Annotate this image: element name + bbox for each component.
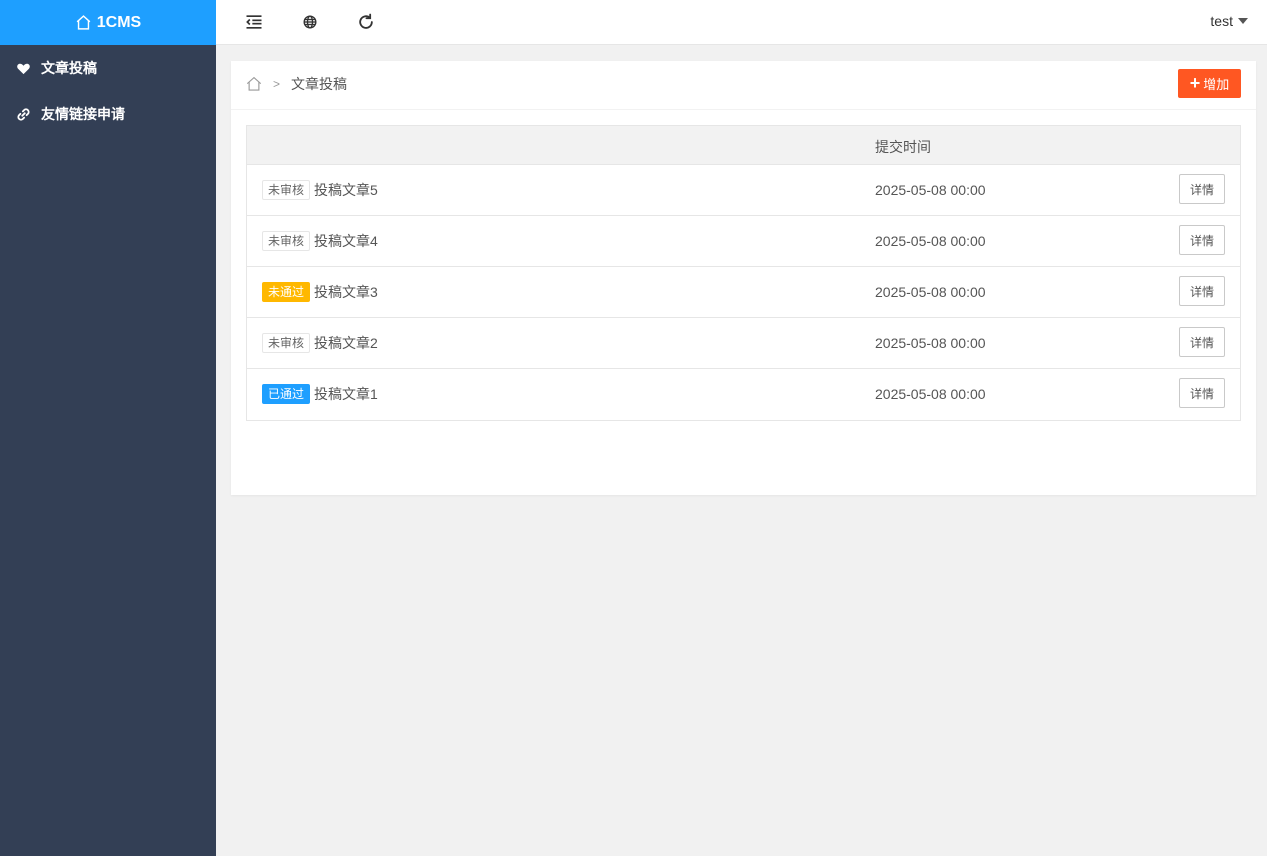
caret-down-icon: [1238, 18, 1248, 24]
refresh-icon[interactable]: [356, 12, 376, 32]
breadcrumb-current: 文章投稿: [291, 76, 348, 92]
sidebar-item-friend-link-apply[interactable]: 友情链接申请: [0, 91, 216, 137]
title-cell: 已通过 投稿文章1: [262, 384, 378, 404]
globe-icon[interactable]: [300, 12, 320, 32]
article-title: 投稿文章5: [314, 182, 378, 198]
status-badge: 未通过: [262, 282, 311, 302]
table-row: 已通过 投稿文章1 2025-05-08 00:00 详情: [247, 369, 1240, 420]
home-icon[interactable]: [245, 75, 263, 93]
status-badge: 未审核: [262, 231, 311, 251]
article-title: 投稿文章1: [314, 386, 378, 402]
title-cell: 未审核 投稿文章2: [262, 333, 378, 353]
title-cell: 未审核 投稿文章4: [262, 231, 378, 251]
username: test: [1210, 13, 1233, 29]
table-body: 未审核 投稿文章5 2025-05-08 00:00 详情 未审核 投稿文章4 2025-0…: [247, 165, 1240, 420]
status-badge: 已通过: [262, 384, 311, 404]
detail-button[interactable]: 详情: [1179, 327, 1225, 357]
submit-time: 2025-05-08 00:00: [875, 386, 986, 402]
status-badge: 未审核: [262, 180, 311, 200]
detail-button[interactable]: 详情: [1179, 276, 1225, 306]
breadcrumb: > 文章投稿: [245, 74, 347, 94]
table-header: 提交时间: [247, 126, 1240, 165]
title-cell: 未通过 投稿文章3: [262, 282, 378, 302]
title-cell: 未审核 投稿文章5: [262, 180, 378, 200]
app-logo[interactable]: 1CMS: [0, 0, 216, 45]
breadcrumb-separator: >: [273, 77, 281, 91]
article-title: 投稿文章2: [314, 335, 378, 351]
menu-collapse-icon[interactable]: [244, 12, 264, 32]
submit-time: 2025-05-08 00:00: [875, 182, 986, 198]
table-row: 未审核 投稿文章2 2025-05-08 00:00 详情: [247, 318, 1240, 369]
table-row: 未审核 投稿文章4 2025-05-08 00:00 详情: [247, 216, 1240, 267]
card-header: > 文章投稿 + 增加: [231, 61, 1256, 110]
logo-text: 1CMS: [96, 13, 142, 31]
table-row: 未通过 投稿文章3 2025-05-08 00:00 详情: [247, 267, 1240, 318]
top-bar: test: [216, 0, 1267, 45]
table-row: 未审核 投稿文章5 2025-05-08 00:00 详情: [247, 165, 1240, 216]
submit-time: 2025-05-08 00:00: [875, 335, 986, 351]
article-title: 投稿文章4: [314, 233, 378, 249]
status-badge: 未审核: [262, 333, 311, 353]
home-icon: [75, 14, 92, 31]
detail-button[interactable]: 详情: [1179, 225, 1225, 255]
detail-button[interactable]: 详情: [1179, 174, 1225, 204]
submit-time: 2025-05-08 00:00: [875, 233, 986, 249]
add-button-label: 增加: [1203, 77, 1230, 92]
article-title: 投稿文章3: [314, 284, 378, 300]
sidebar-item-label: 友情链接申请: [41, 106, 125, 122]
plus-icon: +: [1189, 73, 1201, 93]
link-icon: [16, 107, 31, 122]
detail-button[interactable]: 详情: [1179, 378, 1225, 408]
submissions-table: 提交时间 未审核 投稿文章5 2025-05-08 00:00 详情 未审核 投稿文章4 2…: [246, 125, 1241, 421]
column-header-submit-time: 提交时间: [875, 139, 931, 155]
sidebar: 1CMS 文章投稿 友情链接申请: [0, 0, 216, 856]
submit-time: 2025-05-08 00:00: [875, 284, 986, 300]
heart-icon: [16, 61, 31, 76]
add-button[interactable]: + 增加: [1178, 69, 1241, 98]
user-menu[interactable]: test: [1210, 13, 1248, 29]
sidebar-item-label: 文章投稿: [41, 60, 97, 76]
content-card: > 文章投稿 + 增加 提交时间 未审核 投稿文章5 2025-05-08 00:0…: [231, 61, 1256, 495]
sidebar-item-article-submission[interactable]: 文章投稿: [0, 45, 216, 91]
